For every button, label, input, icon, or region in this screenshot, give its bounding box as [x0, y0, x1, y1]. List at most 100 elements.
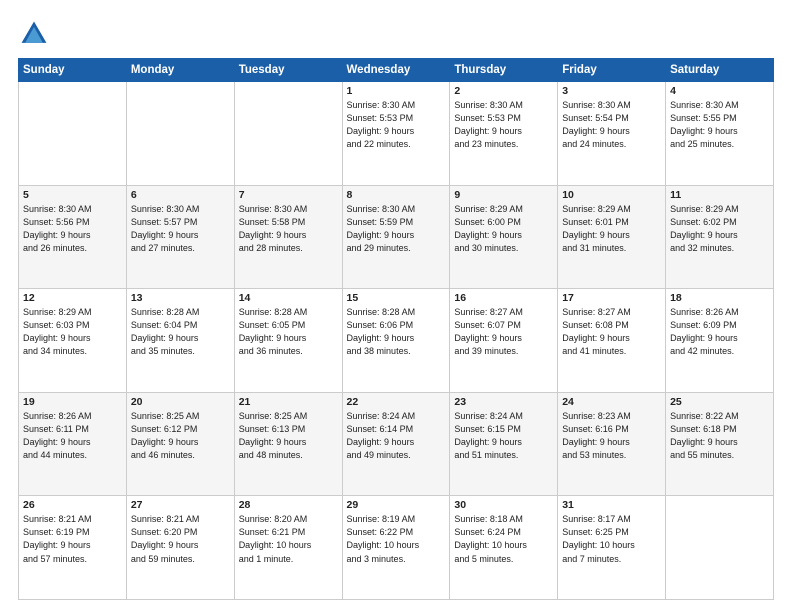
day-number: 10: [562, 189, 661, 201]
day-number: 22: [347, 396, 446, 408]
weekday-header: Thursday: [450, 59, 558, 82]
day-number: 24: [562, 396, 661, 408]
day-info: Sunrise: 8:23 AM Sunset: 6:16 PM Dayligh…: [562, 410, 661, 462]
day-info: Sunrise: 8:29 AM Sunset: 6:03 PM Dayligh…: [23, 306, 122, 358]
calendar-cell: 30 Sunrise: 8:18 AM Sunset: 6:24 PM Dayli…: [450, 496, 558, 600]
calendar-cell: [666, 496, 774, 600]
day-number: 23: [454, 396, 553, 408]
day-info: Sunrise: 8:27 AM Sunset: 6:07 PM Dayligh…: [454, 306, 553, 358]
day-number: 28: [239, 499, 338, 511]
calendar-cell: 6Sunrise: 8:30 AM Sunset: 5:57 PM Daylig…: [126, 185, 234, 289]
calendar-cell: 28Sunrise: 8:20 AM Sunset: 6:21 PM Dayli…: [234, 496, 342, 600]
day-number: 17: [562, 292, 661, 304]
day-info: Sunrise: 8:25 AM Sunset: 6:13 PM Dayligh…: [239, 410, 338, 462]
calendar-week-row: 19 Sunrise: 8:26 AM Sunset: 6:11 PM Dayli…: [19, 392, 774, 496]
calendar-cell: 8 Sunrise: 8:30 AM Sunset: 5:59 PM Daylig…: [342, 185, 450, 289]
day-number: 16: [454, 292, 553, 304]
day-info: Sunrise: 8:28 AM Sunset: 6:05 PM Dayligh…: [239, 306, 338, 358]
day-number: 27: [131, 499, 230, 511]
day-info: Sunrise: 8:30 AM Sunset: 5:56 PM Dayligh…: [23, 203, 122, 255]
calendar-cell: 31Sunrise: 8:17 AM Sunset: 6:25 PM Dayli…: [558, 496, 666, 600]
calendar-cell: 19 Sunrise: 8:26 AM Sunset: 6:11 PM Dayli…: [19, 392, 127, 496]
day-info: Sunrise: 8:24 AM Sunset: 6:15 PM Dayligh…: [454, 410, 553, 462]
day-info: Sunrise: 8:29 AM Sunset: 6:00 PM Dayligh…: [454, 203, 553, 255]
day-info: Sunrise: 8:29 AM Sunset: 6:01 PM Dayligh…: [562, 203, 661, 255]
day-info: Sunrise: 8:21 AM Sunset: 6:20 PM Dayligh…: [131, 513, 230, 565]
day-number: 11: [670, 189, 769, 201]
day-info: Sunrise: 8:24 AM Sunset: 6:14 PM Dayligh…: [347, 410, 446, 462]
weekday-header: Wednesday: [342, 59, 450, 82]
calendar-cell: 15Sunrise: 8:28 AM Sunset: 6:06 PM Dayli…: [342, 289, 450, 393]
day-info: Sunrise: 8:30 AM Sunset: 5:53 PM Dayligh…: [347, 99, 446, 151]
day-info: Sunrise: 8:30 AM Sunset: 5:53 PM Dayligh…: [454, 99, 553, 151]
day-info: Sunrise: 8:19 AM Sunset: 6:22 PM Dayligh…: [347, 513, 446, 565]
day-number: 21: [239, 396, 338, 408]
day-number: 5: [23, 189, 122, 201]
calendar-week-row: 5 Sunrise: 8:30 AM Sunset: 5:56 PM Daylig…: [19, 185, 774, 289]
day-number: 8: [347, 189, 446, 201]
calendar-cell: 18 Sunrise: 8:26 AM Sunset: 6:09 PM Dayli…: [666, 289, 774, 393]
calendar-cell: 12 Sunrise: 8:29 AM Sunset: 6:03 PM Dayli…: [19, 289, 127, 393]
calendar-week-row: 1 Sunrise: 8:30 AM Sunset: 5:53 PM Daylig…: [19, 82, 774, 186]
day-info: Sunrise: 8:18 AM Sunset: 6:24 PM Dayligh…: [454, 513, 553, 565]
calendar-week-row: 26Sunrise: 8:21 AM Sunset: 6:19 PM Dayli…: [19, 496, 774, 600]
calendar-cell: 27 Sunrise: 8:21 AM Sunset: 6:20 PM Dayli…: [126, 496, 234, 600]
calendar-cell: 9 Sunrise: 8:29 AM Sunset: 6:00 PM Daylig…: [450, 185, 558, 289]
day-number: 14: [239, 292, 338, 304]
day-info: Sunrise: 8:21 AM Sunset: 6:19 PM Dayligh…: [23, 513, 122, 565]
calendar-cell: [234, 82, 342, 186]
calendar-cell: 22 Sunrise: 8:24 AM Sunset: 6:14 PM Dayli…: [342, 392, 450, 496]
day-number: 13: [131, 292, 230, 304]
calendar-cell: 7 Sunrise: 8:30 AM Sunset: 5:58 PM Daylig…: [234, 185, 342, 289]
day-number: 25: [670, 396, 769, 408]
day-number: 20: [131, 396, 230, 408]
calendar-cell: 4 Sunrise: 8:30 AM Sunset: 5:55 PM Daylig…: [666, 82, 774, 186]
day-info: Sunrise: 8:30 AM Sunset: 5:55 PM Dayligh…: [670, 99, 769, 151]
day-info: Sunrise: 8:30 AM Sunset: 5:59 PM Dayligh…: [347, 203, 446, 255]
weekday-header: Friday: [558, 59, 666, 82]
weekday-header: Tuesday: [234, 59, 342, 82]
calendar-cell: 24 Sunrise: 8:23 AM Sunset: 6:16 PM Dayli…: [558, 392, 666, 496]
calendar-cell: 17Sunrise: 8:27 AM Sunset: 6:08 PM Dayli…: [558, 289, 666, 393]
day-info: Sunrise: 8:28 AM Sunset: 6:04 PM Dayligh…: [131, 306, 230, 358]
day-info: Sunrise: 8:25 AM Sunset: 6:12 PM Dayligh…: [131, 410, 230, 462]
weekday-header: Saturday: [666, 59, 774, 82]
calendar-cell: 5 Sunrise: 8:30 AM Sunset: 5:56 PM Daylig…: [19, 185, 127, 289]
day-info: Sunrise: 8:17 AM Sunset: 6:25 PM Dayligh…: [562, 513, 661, 565]
calendar-cell: 21 Sunrise: 8:25 AM Sunset: 6:13 PM Dayli…: [234, 392, 342, 496]
calendar-cell: 3 Sunrise: 8:30 AM Sunset: 5:54 PM Daylig…: [558, 82, 666, 186]
day-number: 29: [347, 499, 446, 511]
calendar-cell: 29 Sunrise: 8:19 AM Sunset: 6:22 PM Dayli…: [342, 496, 450, 600]
day-number: 19: [23, 396, 122, 408]
calendar-cell: [126, 82, 234, 186]
day-info: Sunrise: 8:26 AM Sunset: 6:11 PM Dayligh…: [23, 410, 122, 462]
day-number: 15: [347, 292, 446, 304]
day-number: 4: [670, 85, 769, 97]
calendar-cell: 10 Sunrise: 8:29 AM Sunset: 6:01 PM Dayli…: [558, 185, 666, 289]
day-info: Sunrise: 8:29 AM Sunset: 6:02 PM Dayligh…: [670, 203, 769, 255]
day-info: Sunrise: 8:26 AM Sunset: 6:09 PM Dayligh…: [670, 306, 769, 358]
day-number: 18: [670, 292, 769, 304]
calendar-cell: 16 Sunrise: 8:27 AM Sunset: 6:07 PM Dayli…: [450, 289, 558, 393]
calendar-table: SundayMondayTuesdayWednesdayThursdayFrid…: [18, 58, 774, 600]
day-info: Sunrise: 8:22 AM Sunset: 6:18 PM Dayligh…: [670, 410, 769, 462]
page: SundayMondayTuesdayWednesdayThursdayFrid…: [0, 0, 792, 612]
day-number: 9: [454, 189, 553, 201]
day-info: Sunrise: 8:30 AM Sunset: 5:58 PM Dayligh…: [239, 203, 338, 255]
day-number: 7: [239, 189, 338, 201]
day-info: Sunrise: 8:30 AM Sunset: 5:54 PM Dayligh…: [562, 99, 661, 151]
calendar-cell: 25 Sunrise: 8:22 AM Sunset: 6:18 PM Dayli…: [666, 392, 774, 496]
weekday-header: Sunday: [19, 59, 127, 82]
header: [18, 18, 774, 50]
calendar-cell: 26Sunrise: 8:21 AM Sunset: 6:19 PM Dayli…: [19, 496, 127, 600]
calendar-cell: 20 Sunrise: 8:25 AM Sunset: 6:12 PM Dayli…: [126, 392, 234, 496]
day-number: 3: [562, 85, 661, 97]
day-number: 30: [454, 499, 553, 511]
day-number: 2: [454, 85, 553, 97]
logo-icon: [18, 18, 50, 50]
weekday-header: Monday: [126, 59, 234, 82]
logo: [18, 18, 54, 50]
day-number: 1: [347, 85, 446, 97]
calendar-week-row: 12 Sunrise: 8:29 AM Sunset: 6:03 PM Dayli…: [19, 289, 774, 393]
day-number: 12: [23, 292, 122, 304]
